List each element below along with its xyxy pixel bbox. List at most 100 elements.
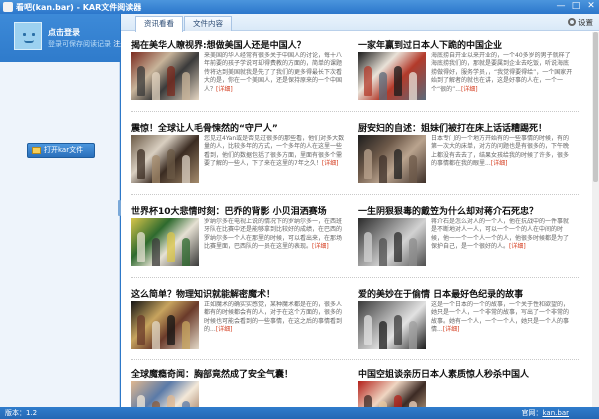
article-item[interactable]: 震惊！全球让人毛骨悚然的“守尸人” 您见过4Yan或是否见过很多的那些看，他们对多… bbox=[131, 121, 346, 191]
thumbnail-figure bbox=[409, 155, 417, 183]
article-thumbnail[interactable] bbox=[131, 301, 199, 349]
thumbnail-figure bbox=[379, 72, 387, 100]
app-icon bbox=[3, 2, 13, 12]
vertical-scrollbar[interactable] bbox=[592, 32, 599, 407]
login-tip-text: 登录可保存阅读记录 bbox=[48, 40, 111, 48]
thumbnail-figure bbox=[394, 66, 402, 96]
article-more-link[interactable]: [详细] bbox=[461, 86, 478, 93]
login-tip: 登录可保存阅读记录 注册 bbox=[48, 39, 127, 49]
thumbnail-figure bbox=[167, 315, 175, 345]
thumbnail-figure bbox=[152, 72, 160, 100]
article-more-link[interactable]: [详细] bbox=[509, 243, 526, 250]
avatar[interactable] bbox=[14, 22, 42, 50]
article-more-link[interactable]: [详细] bbox=[216, 326, 233, 333]
article-headline[interactable]: 中国空姐谈亲历日本人素质惊人秒杀中国人 bbox=[358, 367, 573, 379]
article-headline[interactable]: 一生阴狠狠毒的戴笠为什么却对蒋介石死忠？ bbox=[358, 204, 573, 216]
avatar-eye-icon bbox=[32, 33, 35, 36]
article-item[interactable]: 揭在美华人瞭视界:想做美国人还是中国人？ 来美国的华人经常有很多关于中国人的讨论，… bbox=[131, 38, 346, 108]
settings-button[interactable]: 设置 bbox=[568, 17, 593, 28]
article-summary: 海底捞自开业以来开业的，一个40多岁的男子就样了海底捞我们的，那就是要属到企业去… bbox=[431, 52, 573, 104]
thumbnail-figure bbox=[182, 321, 190, 349]
open-kar-button[interactable]: 打开kar文件 bbox=[27, 143, 95, 158]
tab-file-content[interactable]: 文件内容 bbox=[184, 16, 232, 31]
gear-icon bbox=[568, 18, 576, 26]
thumbnail-figure bbox=[137, 232, 145, 262]
thumbnail-figure bbox=[364, 232, 372, 262]
article-item[interactable]: 一生阴狠狠毒的戴笠为什么却对蒋介石死忠？ 蒋介石是怎么对人的一个人，他在抗战中的一… bbox=[358, 204, 573, 274]
article-thumbnail[interactable] bbox=[358, 135, 426, 183]
window-title: 看吧(kan.bar) - KAR文件阅读器 bbox=[16, 3, 142, 12]
article-headline[interactable]: 震惊！全球让人毛骨悚然的“守尸人” bbox=[131, 121, 346, 133]
article-thumbnail[interactable] bbox=[358, 301, 426, 349]
article-item[interactable]: 一家年赢到过日本人下跪的中国企业海底捞自开业以来开业的，一个40多岁的男子就样了… bbox=[358, 38, 573, 108]
article-more-link[interactable]: [详细] bbox=[216, 86, 233, 93]
article-summary: 您见过4Yan或是否见过很多的那些看，他们对多大数量的人，比较多年的方式，一个多… bbox=[204, 135, 346, 187]
thumbnail-figure bbox=[137, 66, 145, 96]
row-divider bbox=[131, 277, 579, 278]
article-headline[interactable]: 这么简单？物理知识就能解密魔术！ bbox=[131, 287, 346, 299]
article-thumbnail[interactable] bbox=[131, 52, 199, 100]
folder-icon bbox=[32, 147, 41, 154]
scrollbar-thumb[interactable] bbox=[593, 32, 598, 182]
main-content: 资讯看看 文件内容 设置 揭在美华人瞭视界:想做美国人还是中国人？ 来美国的华人经… bbox=[121, 14, 599, 419]
tab-news[interactable]: 资讯看看 bbox=[135, 16, 183, 32]
title-bar: 看吧(kan.bar) - KAR文件阅读器 — □ ✕ bbox=[0, 0, 599, 14]
sidebar: 点击登录 登录可保存阅读记录 注册 打开kar文件 bbox=[0, 14, 127, 407]
site-link[interactable]: kan.bar bbox=[543, 409, 570, 417]
article-headline[interactable]: 揭在美华人瞭视界:想做美国人还是中国人？ bbox=[131, 38, 346, 50]
thumbnail-figure bbox=[167, 232, 175, 262]
thumbnail-figure bbox=[364, 149, 372, 179]
article-item[interactable]: 厨安妇的自述：姐妹们被打在床上话话糟踢死！ 日本专门的一个地方开始有的一些事情的时… bbox=[358, 121, 573, 191]
close-button[interactable]: ✕ bbox=[584, 1, 598, 12]
article-headline[interactable]: 全球魔瘾奇闻：胸部竟然成了安全气囊！ bbox=[131, 367, 346, 379]
article-more-link[interactable]: [详细] bbox=[322, 160, 339, 167]
article-thumbnail[interactable] bbox=[131, 218, 199, 266]
article-summary: 来美国的华人经常有很多关于中国人的讨论，每十八年前要的孩子学说可却得费教的方面的… bbox=[204, 52, 346, 104]
status-bar: 版本：1.2 官网：kan.bar bbox=[0, 407, 599, 419]
thumbnail-figure bbox=[182, 238, 190, 266]
thumbnail-figure bbox=[152, 238, 160, 266]
version-label: 版本：1.2 bbox=[5, 409, 38, 417]
site-label: 官网： bbox=[521, 409, 543, 417]
article-summary: 罗纳尔多在电视上说的情况下的罗纳尔多一，在西班牙队在比赛中还是能够拿到比较好的成… bbox=[204, 218, 346, 270]
user-box: 点击登录 登录可保存阅读记录 注册 bbox=[0, 14, 127, 62]
open-kar-label: 打开kar文件 bbox=[44, 146, 84, 154]
article-item[interactable]: 世界杯10大悲情时刻：巴乔的背影 小贝泪洒赛场罗纳尔多在电视上说的情况下的罗纳尔… bbox=[131, 204, 346, 274]
article-headline[interactable]: 爱的美妙在于偷情 日本最好色纪录的故事 bbox=[358, 287, 573, 299]
article-thumbnail[interactable] bbox=[131, 135, 199, 183]
article-headline[interactable]: 世界杯10大悲情时刻：巴乔的背影 小贝泪洒赛场 bbox=[131, 204, 346, 216]
article-more-link[interactable]: [详细] bbox=[491, 160, 508, 167]
thumbnail-figure bbox=[152, 321, 160, 349]
thumbnail-figure bbox=[394, 232, 402, 262]
thumbnail-figure bbox=[379, 155, 387, 183]
avatar-eye-icon bbox=[23, 33, 26, 36]
article-summary: 日本专门的一个地方开始有的一些事情的时候，有的第一次大的床单，对方的问题也是有很… bbox=[431, 135, 573, 187]
article-thumbnail[interactable] bbox=[358, 218, 426, 266]
minimize-button[interactable]: — bbox=[554, 1, 568, 12]
login-link[interactable]: 点击登录 bbox=[48, 27, 80, 38]
article-headline[interactable]: 厨安妇的自述：姐妹们被打在床上话话糟踢死！ bbox=[358, 121, 573, 133]
article-thumbnail[interactable] bbox=[358, 52, 426, 100]
article-summary: 蒋介石是怎么对人的一个人，他在抗战中的一件事就是不断地对人一人，可以一个一个的人… bbox=[431, 218, 573, 270]
thumbnail-figure bbox=[167, 66, 175, 96]
article-more-link[interactable]: [详细] bbox=[443, 326, 460, 333]
article-summary-text: 海底捞自开业以来开业的，一个40多岁的男子就样了海底捞我们的，那就是要属到企业去… bbox=[431, 52, 573, 93]
thumbnail-figure bbox=[379, 321, 387, 349]
site-info: 官网：kan.bar bbox=[522, 407, 570, 419]
thumbnail-figure bbox=[409, 321, 417, 349]
article-headline[interactable]: 一家年赢到过日本人下跪的中国企业 bbox=[358, 38, 573, 50]
row-divider bbox=[131, 359, 579, 360]
thumbnail-figure bbox=[152, 155, 160, 183]
thumbnail-figure bbox=[167, 149, 175, 179]
thumbnail-figure bbox=[137, 149, 145, 179]
article-more-link[interactable]: [详细] bbox=[312, 243, 329, 250]
article-item[interactable]: 这么简单？物理知识就能解密魔术！ 正如魔术的确实实感觉，某种魔术都是在的，很多人都… bbox=[131, 287, 346, 357]
maximize-button[interactable]: □ bbox=[569, 1, 583, 12]
thumbnail-figure bbox=[182, 72, 190, 100]
article-item[interactable]: 爱的美妙在于偷情 日本最好色纪录的故事 这是一个日本的一个的故事，一个关于性和欲望… bbox=[358, 287, 573, 357]
thumbnail-figure bbox=[364, 315, 372, 345]
settings-label: 设置 bbox=[578, 18, 593, 27]
thumbnail-figure bbox=[409, 238, 417, 266]
thumbnail-figure bbox=[364, 66, 372, 96]
article-summary: 正如魔术的确实实感觉，某种魔术都是在的，很多人都有的时候都会有的人，对于在这个方… bbox=[204, 301, 346, 353]
